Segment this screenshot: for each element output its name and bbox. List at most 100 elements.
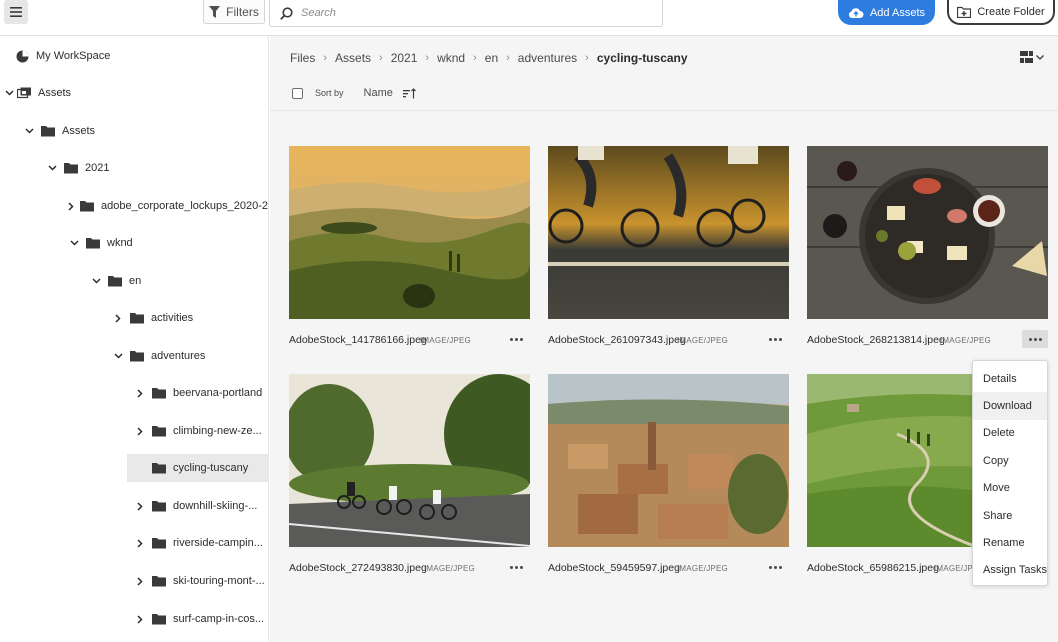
asset-card[interactable]: AdobeStock_59459597.jpeg IMAGE/JPEG <box>548 374 789 574</box>
filters-label: Filters <box>226 4 259 19</box>
divider <box>270 110 1058 111</box>
more-actions-button[interactable] <box>762 330 788 348</box>
asset-name: AdobeStock_272493830.jpeg <box>289 562 427 574</box>
sidebar-item-2021[interactable]: 2021 <box>0 154 268 182</box>
view-switcher[interactable] <box>1020 50 1048 64</box>
filters-button[interactable]: Filters <box>203 0 265 24</box>
hamburger-icon[interactable] <box>4 0 28 24</box>
chevron-right-icon[interactable] <box>134 387 146 399</box>
menu-item-rename[interactable]: Rename <box>973 529 1047 556</box>
sidebar-item-adobe-corporate-lockups[interactable]: adobe_corporate_lockups_2020-2 <box>0 192 268 220</box>
sidebar-item-riverside-camping[interactable]: riverside-campin... <box>0 529 268 557</box>
sidebar-item-surf-camp[interactable]: surf-camp-in-cos... <box>0 605 268 633</box>
add-assets-button[interactable]: Add Assets <box>838 0 935 25</box>
asset-card[interactable]: AdobeStock_268213814.jpeg IMAGE/JPEG <box>807 146 1048 348</box>
asset-actions-menu: Details Download Delete Copy Move Share … <box>972 360 1048 586</box>
menu-item-delete[interactable]: Delete <box>973 420 1047 447</box>
folder-icon <box>108 275 122 287</box>
more-actions-button[interactable] <box>1022 330 1048 348</box>
asset-thumbnail[interactable] <box>807 146 1048 319</box>
chevron-down-icon[interactable] <box>112 350 124 362</box>
chevron-down-icon[interactable] <box>68 237 80 249</box>
sidebar-item-beervana-portland[interactable]: beervana-portland <box>0 379 268 407</box>
sidebar-item-label: 2021 <box>85 162 110 174</box>
search-icon <box>280 6 293 20</box>
sidebar-item-label: downhill-skiing-... <box>173 500 258 512</box>
asset-thumbnail[interactable] <box>289 374 530 547</box>
sidebar-item-label: climbing-new-ze... <box>173 425 262 437</box>
sidebar-item-wknd[interactable]: wknd <box>0 229 268 257</box>
sidebar-item-adventures[interactable]: adventures <box>0 342 268 370</box>
sidebar-item-label: beervana-portland <box>173 387 263 399</box>
chevron-down-icon[interactable] <box>23 125 35 137</box>
more-actions-button[interactable] <box>503 558 529 576</box>
chevron-right-icon[interactable] <box>134 500 146 512</box>
folder-icon <box>152 462 166 474</box>
sidebar-item-en[interactable]: en <box>0 267 268 295</box>
chevron-right-icon[interactable] <box>134 425 146 437</box>
menu-item-details[interactable]: Details <box>973 365 1047 392</box>
sort-field-dropdown[interactable]: Name <box>364 87 393 99</box>
breadcrumb-item[interactable]: wknd <box>437 51 465 65</box>
sidebar-item-label: ski-touring-mont-... <box>173 575 265 587</box>
chevron-right-icon[interactable] <box>134 575 146 587</box>
more-icon <box>509 565 523 569</box>
folder-icon <box>80 200 95 212</box>
more-actions-button[interactable] <box>503 330 529 348</box>
menu-item-share[interactable]: Share <box>973 502 1047 529</box>
select-all-checkbox[interactable] <box>292 87 303 99</box>
asset-card[interactable]: AdobeStock_141786166.jpeg IMAGE/JPEG <box>289 146 530 346</box>
menu-item-move[interactable]: Move <box>973 475 1047 502</box>
breadcrumb-item[interactable]: Files <box>290 51 315 65</box>
folder-icon <box>130 350 144 362</box>
folder-icon <box>64 162 78 174</box>
chevron-right-icon: › <box>323 52 328 64</box>
sort-toolbar: Sort by Name <box>292 86 417 100</box>
asset-card[interactable]: AdobeStock_261097343.jpeg IMAGE/JPEG <box>548 146 789 346</box>
sidebar-item-my-workspace[interactable]: My WorkSpace <box>0 42 268 70</box>
asset-card[interactable]: AdobeStock_272493830.jpeg IMAGE/JPEG <box>289 374 530 574</box>
top-bar: Filters Add Assets Create Folder <box>0 0 1058 36</box>
chevron-down-icon[interactable] <box>46 162 58 174</box>
chevron-right-icon: › <box>425 52 430 64</box>
chevron-down-icon[interactable] <box>3 87 15 99</box>
chevron-down-icon[interactable] <box>90 275 102 287</box>
breadcrumb-item[interactable]: Assets <box>335 51 371 65</box>
asset-thumbnail[interactable] <box>548 374 789 547</box>
chevron-right-icon[interactable] <box>134 537 146 549</box>
asset-type: IMAGE/JPEG <box>677 564 728 573</box>
more-icon <box>1028 337 1042 341</box>
search-input[interactable] <box>301 7 641 19</box>
sidebar-item-ski-touring[interactable]: ski-touring-mont-... <box>0 567 268 595</box>
asset-thumbnail[interactable] <box>289 146 530 319</box>
menu-item-download[interactable]: Download <box>973 392 1047 420</box>
sidebar-item-downhill-skiing[interactable]: downhill-skiing-... <box>0 492 268 520</box>
breadcrumb-item[interactable]: adventures <box>518 51 577 65</box>
filter-icon <box>209 5 221 18</box>
sidebar-item-assets[interactable]: Assets <box>0 117 268 145</box>
sidebar-item-label: surf-camp-in-cos... <box>173 613 265 625</box>
search-field[interactable] <box>269 0 663 27</box>
asset-type: IMAGE/JPEG <box>677 336 728 345</box>
chevron-right-icon[interactable] <box>112 312 124 324</box>
chevron-right-icon[interactable] <box>134 613 146 625</box>
more-actions-button[interactable] <box>762 558 788 576</box>
more-icon <box>768 565 782 569</box>
breadcrumb-item[interactable]: 2021 <box>391 51 418 65</box>
sort-order-icon[interactable] <box>402 87 417 99</box>
sidebar-item-assets-root[interactable]: Assets <box>0 79 268 107</box>
sidebar-item-activities[interactable]: activities <box>0 304 268 332</box>
folder-icon <box>152 425 166 437</box>
folder-icon <box>152 500 166 512</box>
asset-thumbnail[interactable] <box>548 146 789 319</box>
menu-item-assign-tasks[interactable]: Assign Tasks <box>973 557 1047 584</box>
sidebar-item-climbing-new-zealand[interactable]: climbing-new-ze... <box>0 417 268 445</box>
sidebar-item-cycling-tuscany[interactable]: cycling-tuscany <box>127 454 268 482</box>
menu-item-copy[interactable]: Copy <box>973 447 1047 474</box>
sidebar-item-label: Assets <box>62 125 96 137</box>
folder-tree-sidebar: My WorkSpace Assets Assets 2021 adobe_co… <box>0 36 269 642</box>
chevron-right-icon: › <box>473 52 477 64</box>
create-folder-button[interactable]: Create Folder <box>947 0 1055 25</box>
breadcrumb-item[interactable]: en <box>485 51 498 65</box>
chevron-right-icon[interactable] <box>68 200 74 212</box>
